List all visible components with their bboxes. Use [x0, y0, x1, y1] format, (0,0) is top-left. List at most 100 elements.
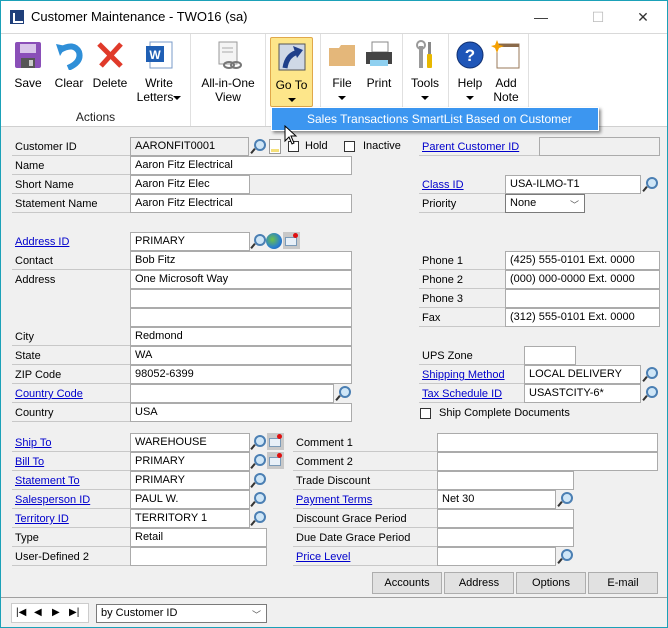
phone1-field[interactable]: (425) 555-0101 Ext. 0000: [505, 251, 660, 270]
territory-id-lookup-icon[interactable]: [250, 510, 266, 527]
parent-customer-id-field[interactable]: [539, 137, 660, 156]
shipping-method-field[interactable]: LOCAL DELIVERY: [524, 365, 641, 384]
country-code-link[interactable]: Country Code: [12, 385, 130, 403]
print-button[interactable]: Print: [360, 36, 398, 106]
due-date-grace-period-label: Due Date Grace Period: [293, 529, 437, 547]
statement-to-lookup-icon[interactable]: [250, 472, 266, 489]
payment-terms-field[interactable]: Net 30: [437, 490, 556, 509]
customer-id-field[interactable]: AARONFIT0001: [130, 137, 249, 156]
mouse-cursor-icon: [284, 125, 298, 145]
bill-to-internet-info-icon[interactable]: [267, 452, 284, 469]
inactive-checkbox[interactable]: [344, 141, 355, 152]
phone3-field[interactable]: [505, 289, 660, 308]
type-label: Type: [12, 529, 130, 547]
tools-button[interactable]: Tools: [406, 36, 444, 106]
ship-to-lookup-icon[interactable]: [250, 434, 266, 451]
country-field[interactable]: USA: [130, 403, 352, 422]
statement-to-link[interactable]: Statement To: [12, 472, 130, 490]
tax-schedule-lookup-icon[interactable]: [642, 385, 658, 402]
tax-schedule-id-field[interactable]: USASTCITY-6*: [524, 384, 641, 403]
customer-id-lookup-icon[interactable]: [250, 138, 266, 155]
salesperson-id-link[interactable]: Salesperson ID: [12, 491, 130, 509]
help-button[interactable]: ? Help: [452, 36, 488, 106]
write-letters-button[interactable]: W Write Letters: [135, 36, 183, 106]
previous-record-button[interactable]: ◀: [34, 607, 42, 618]
last-record-button[interactable]: ▶|: [69, 607, 79, 618]
salesperson-id-lookup-icon[interactable]: [250, 491, 266, 508]
svg-text:W: W: [149, 48, 161, 62]
ship-complete-documents-checkbox[interactable]: [420, 408, 431, 419]
name-field[interactable]: Aaron Fitz Electrical: [130, 156, 352, 175]
goto-button[interactable]: Go To: [270, 37, 313, 107]
customer-note-icon[interactable]: [269, 139, 281, 154]
shipping-method-lookup-icon[interactable]: [642, 366, 658, 383]
user-defined-2-field[interactable]: [130, 547, 267, 566]
priority-select[interactable]: None ﹀: [505, 194, 585, 213]
ship-to-link[interactable]: Ship To: [12, 434, 130, 452]
email-button[interactable]: E-mail: [588, 572, 658, 594]
payment-terms-link[interactable]: Payment Terms: [293, 491, 437, 509]
class-id-lookup-icon[interactable]: [642, 176, 658, 193]
tax-schedule-id-link[interactable]: Tax Schedule ID: [419, 385, 524, 403]
short-name-field[interactable]: Aaron Fitz Elec: [130, 175, 250, 194]
parent-customer-id-link[interactable]: Parent Customer ID: [419, 138, 539, 156]
country-code-lookup-icon[interactable]: [335, 385, 351, 402]
salesperson-id-field[interactable]: PAUL W.: [130, 490, 250, 509]
address-line1-field[interactable]: One Microsoft Way: [130, 270, 352, 289]
country-code-field[interactable]: [130, 384, 334, 403]
options-button[interactable]: Options: [516, 572, 586, 594]
class-id-link[interactable]: Class ID: [419, 176, 505, 194]
state-field[interactable]: WA: [130, 346, 352, 365]
comment1-field[interactable]: [437, 433, 658, 452]
first-record-button[interactable]: |◀: [16, 607, 26, 618]
territory-id-link[interactable]: Territory ID: [12, 510, 130, 528]
close-button[interactable]: ✕: [621, 5, 665, 29]
delete-button[interactable]: Delete: [90, 36, 130, 106]
statement-to-field[interactable]: PRIMARY: [130, 471, 250, 490]
next-record-button[interactable]: ▶: [52, 607, 60, 618]
goto-menu-item-sales-transactions-smartlist[interactable]: Sales Transactions SmartList Based on Cu…: [271, 107, 599, 131]
contact-field[interactable]: Bob Fitz: [130, 251, 352, 270]
zip-code-field[interactable]: 98052-6399: [130, 365, 352, 384]
ship-to-field[interactable]: WAREHOUSE: [130, 433, 250, 452]
sort-by-select[interactable]: by Customer ID ﹀: [96, 604, 267, 623]
phone2-field[interactable]: (000) 000-0000 Ext. 0000: [505, 270, 660, 289]
address-id-field[interactable]: PRIMARY: [130, 232, 250, 251]
due-date-grace-period-field[interactable]: [437, 528, 574, 547]
all-in-one-view-button[interactable]: All-in-One View: [196, 36, 260, 106]
save-button[interactable]: Save: [9, 36, 47, 106]
bill-to-field[interactable]: PRIMARY: [130, 452, 250, 471]
internet-info-mail-icon[interactable]: [283, 232, 300, 249]
class-id-field[interactable]: USA-ILMO-T1: [505, 175, 641, 194]
comment2-field[interactable]: [437, 452, 658, 471]
clear-button[interactable]: Clear: [51, 36, 87, 106]
bill-to-link[interactable]: Bill To: [12, 453, 130, 471]
address-line2-field[interactable]: [130, 289, 352, 308]
bill-to-lookup-icon[interactable]: [250, 453, 266, 470]
address-id-lookup-icon[interactable]: [250, 233, 266, 250]
territory-id-field[interactable]: TERRITORY 1: [130, 509, 250, 528]
address-line3-field[interactable]: [130, 308, 352, 327]
maximize-button[interactable]: ☐: [576, 5, 620, 29]
accounts-button[interactable]: Accounts: [372, 572, 442, 594]
minimize-button[interactable]: —: [519, 5, 563, 29]
discount-grace-period-field[interactable]: [437, 509, 574, 528]
shipping-method-link[interactable]: Shipping Method: [419, 366, 524, 384]
file-button[interactable]: File: [324, 36, 360, 106]
add-note-button[interactable]: Add Note: [488, 36, 524, 106]
address-id-link[interactable]: Address ID: [12, 233, 130, 251]
globe-map-icon[interactable]: [266, 233, 282, 249]
actions-group: Save Clear Delete W Write Letters Actions: [1, 34, 191, 126]
trade-discount-field[interactable]: [437, 471, 574, 490]
city-field[interactable]: Redmond: [130, 327, 352, 346]
fax-field[interactable]: (312) 555-0101 Ext. 0000: [505, 308, 660, 327]
payment-terms-lookup-icon[interactable]: [557, 491, 573, 508]
ups-zone-field[interactable]: [524, 346, 576, 365]
statement-name-field[interactable]: Aaron Fitz Electrical: [130, 194, 352, 213]
type-field[interactable]: Retail: [130, 528, 267, 547]
address-button[interactable]: Address: [444, 572, 514, 594]
price-level-lookup-icon[interactable]: [557, 548, 573, 565]
ship-to-internet-info-icon[interactable]: [267, 433, 284, 450]
price-level-field[interactable]: [437, 547, 556, 566]
price-level-link[interactable]: Price Level: [293, 548, 437, 566]
